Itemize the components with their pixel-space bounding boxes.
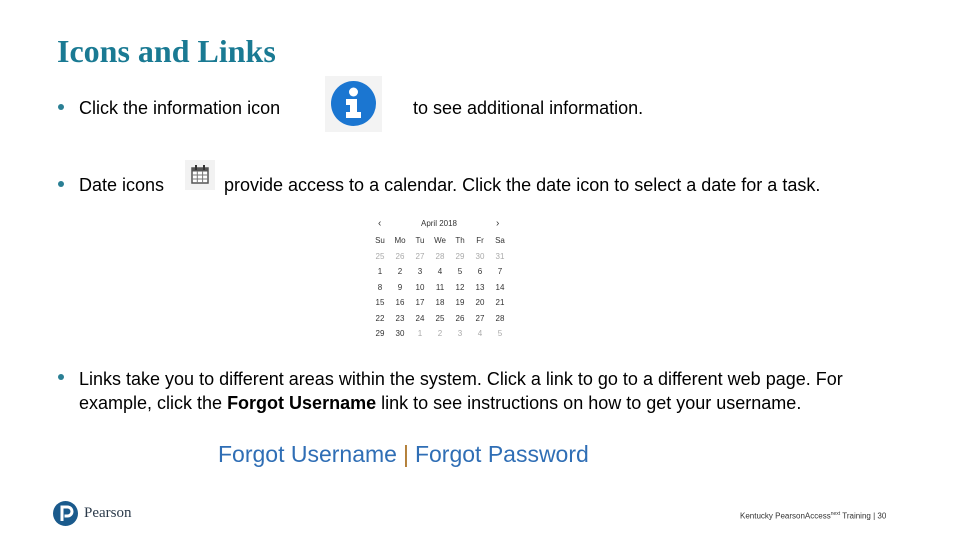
calendar-day[interactable]: 2	[430, 326, 450, 342]
calendar-day[interactable]: 14	[490, 280, 510, 296]
calendar-day[interactable]: 3	[450, 326, 470, 342]
bullet-dot	[58, 181, 64, 187]
info-icon	[331, 81, 376, 126]
calendar-day[interactable]: 15	[370, 295, 390, 311]
calendar-day[interactable]: 24	[410, 311, 430, 327]
links-text-post: link to see instructions on how to get y…	[376, 393, 802, 413]
forgot-username-link[interactable]: Forgot Username	[218, 441, 397, 467]
calendar-day[interactable]: 9	[390, 280, 410, 296]
calendar-day[interactable]: 28	[490, 311, 510, 327]
bullet-dot	[58, 104, 64, 110]
calendar-day[interactable]: 8	[370, 280, 390, 296]
calendar-day[interactable]: 22	[370, 311, 390, 327]
calendar-day[interactable]: 7	[490, 264, 510, 280]
footer: Kentucky PearsonAccessnext Training | 30	[740, 511, 886, 521]
calendar-day[interactable]: 27	[470, 311, 490, 327]
page-title: Icons and Links	[57, 33, 276, 69]
weekday-header: Su	[375, 236, 385, 245]
calendar-icon	[191, 165, 209, 184]
calendar-day[interactable]: 25	[370, 249, 390, 265]
links-text-line1: Links take you to different areas within…	[79, 369, 843, 389]
calendar-grid: Su Mo Tu We Th Fr Sa 25 26 27 28 29 30 31 1 2 3 4 5 6 7 8 9 10 1…	[370, 233, 510, 342]
footer-text: Kentucky PearsonAccess	[740, 511, 831, 521]
calendar-day[interactable]: 2	[390, 264, 410, 280]
weekday-header: Tu	[415, 236, 425, 245]
calendar-day[interactable]: 3	[410, 264, 430, 280]
calendar-day[interactable]: 1	[410, 326, 430, 342]
calendar-day[interactable]: 4	[470, 326, 490, 342]
calendar-day[interactable]: 17	[410, 295, 430, 311]
footer-separator: |	[873, 511, 876, 521]
links-text-pre: example, click the	[79, 393, 228, 413]
next-month-button[interactable]: ›	[496, 218, 499, 229]
calendar-day[interactable]: 12	[450, 280, 470, 296]
calendar-header: ‹ April 2018 ›	[365, 216, 513, 230]
weekday-header: Fr	[476, 236, 484, 245]
forgot-password-link[interactable]: Forgot Password	[415, 441, 589, 467]
calendar-day[interactable]: 6	[470, 264, 490, 280]
date-icon-button[interactable]	[185, 160, 215, 190]
calendar-day[interactable]: 29	[450, 249, 470, 265]
calendar-day[interactable]: 31	[490, 249, 510, 265]
calendar-day[interactable]: 16	[390, 295, 410, 311]
pearson-wordmark: Pearson	[84, 505, 132, 521]
footer-suffix: Training	[840, 511, 871, 521]
calendar-day[interactable]: 27	[410, 249, 430, 265]
calendar-day[interactable]: 11	[430, 280, 450, 296]
weekday-header: Mo	[394, 236, 406, 245]
calendar-day[interactable]: 4	[430, 264, 450, 280]
calendar-day[interactable]: 21	[490, 295, 510, 311]
calendar-day[interactable]: 18	[430, 295, 450, 311]
info-text-before: Click the information icon	[79, 98, 281, 118]
month-label[interactable]: April 2018	[365, 219, 513, 228]
calendar-day[interactable]: 13	[470, 280, 490, 296]
calendar-day[interactable]: 20	[470, 295, 490, 311]
calendar-day[interactable]: 10	[410, 280, 430, 296]
calendar-day[interactable]: 26	[390, 249, 410, 265]
info-text-after: to see additional information.	[413, 98, 644, 118]
pearson-logo-icon	[53, 501, 78, 526]
links-text-bold: Forgot Username	[227, 393, 377, 413]
info-icon-button[interactable]	[325, 76, 382, 132]
date-text-after: provide access to a calendar. Click the …	[224, 175, 821, 195]
footer-superscript: next	[830, 511, 841, 517]
links-text-line2: example, click the Forgot Username link …	[79, 392, 801, 414]
calendar-day[interactable]: 5	[490, 326, 510, 342]
calendar-day[interactable]: 23	[390, 311, 410, 327]
page-number: 30	[877, 511, 887, 521]
calendar-day[interactable]: 30	[390, 326, 410, 342]
date-picker: ‹ April 2018 › Su Mo Tu We Th Fr Sa 25 26 27 28 29 3…	[365, 212, 513, 344]
date-text-before: Date icons	[79, 175, 165, 195]
calendar-day[interactable]: 5	[450, 264, 470, 280]
calendar-day[interactable]: 30	[470, 249, 490, 265]
calendar-day[interactable]: 29	[370, 326, 390, 342]
calendar-day[interactable]: 25	[430, 311, 450, 327]
link-separator: |	[402, 441, 409, 467]
bullet-dot	[58, 374, 64, 380]
weekday-header: We	[434, 236, 446, 245]
calendar-day[interactable]: 19	[450, 295, 470, 311]
calendar-day[interactable]: 26	[450, 311, 470, 327]
calendar-day[interactable]: 1	[370, 264, 390, 280]
weekday-header: Sa	[495, 236, 505, 245]
calendar-day[interactable]: 28	[430, 249, 450, 265]
weekday-header: Th	[455, 236, 465, 245]
links-example: Forgot Username | Forgot Password	[218, 441, 589, 468]
